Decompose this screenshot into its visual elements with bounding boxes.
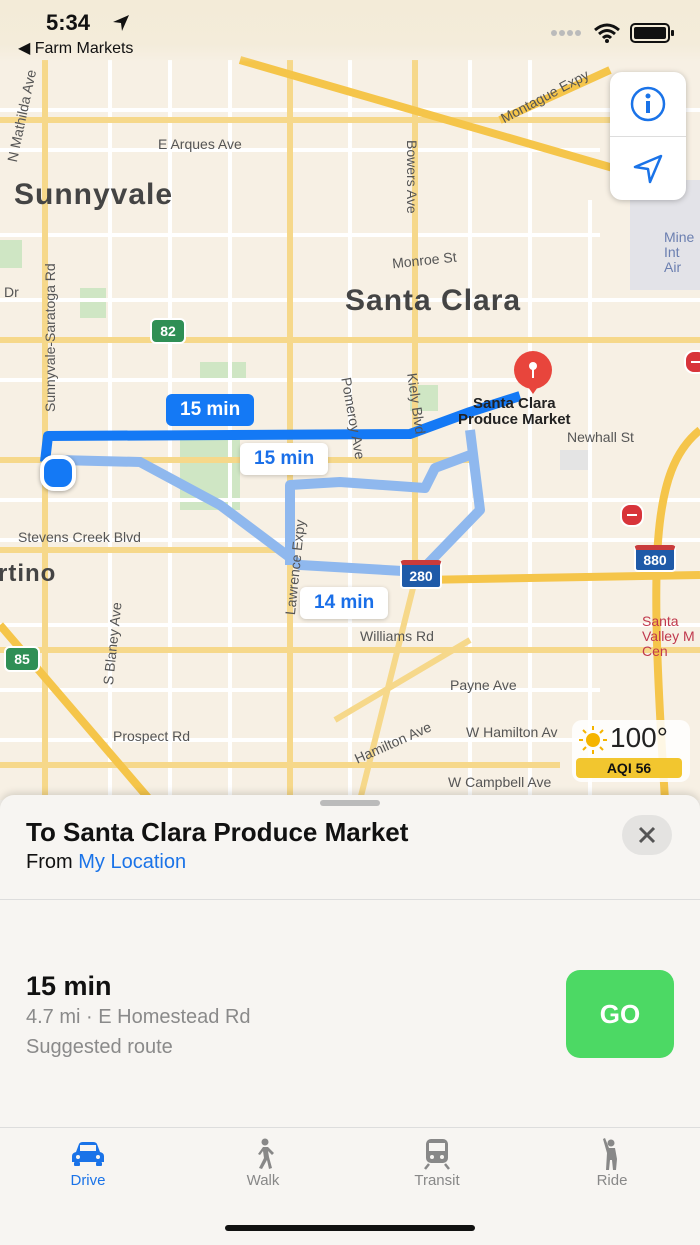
street-label: Stevens Creek Blvd (18, 529, 141, 545)
map-view[interactable]: Sunnyvale Santa Clara rtino N Mathilda A… (0, 0, 700, 800)
ride-icon (603, 1138, 617, 1170)
walk-icon (258, 1138, 274, 1169)
street-label: Prospect Rd (113, 728, 191, 744)
home-indicator[interactable] (225, 1225, 475, 1231)
close-icon (638, 826, 656, 844)
go-button[interactable]: GO (566, 970, 674, 1058)
temperature: 100° (610, 722, 668, 753)
weather-widget: 100° AQI 56 (572, 720, 690, 782)
car-icon (72, 1142, 104, 1166)
tab-label: Drive (70, 1172, 106, 1189)
road-closed-icon (684, 350, 700, 374)
city-label-cupertino: rtino (0, 560, 57, 587)
train-icon (424, 1139, 450, 1170)
route-time-bubble-selected[interactable]: 15 min (166, 394, 255, 426)
street-label: Sunnyvale-Saratoga Rd (42, 263, 58, 412)
aqi-badge: AQI 56 (576, 758, 682, 778)
map-controls (610, 72, 686, 200)
origin-location-link[interactable]: My Location (78, 851, 186, 873)
tab-walk[interactable]: Walk (203, 1136, 323, 1189)
highway-shield-85: 85 (4, 646, 40, 672)
current-location-dot (40, 455, 76, 491)
close-button[interactable] (622, 815, 672, 855)
street-label: E Arques Ave (158, 136, 242, 152)
from-label: From (26, 851, 73, 873)
street-label: Newhall St (567, 429, 634, 445)
info-icon (630, 86, 666, 122)
road-closed-icon (620, 503, 644, 527)
airport-label: Mine Int Air (664, 229, 695, 275)
tab-drive[interactable]: Drive (28, 1136, 148, 1189)
route-distance-via: 4.7 mi · E Homestead Rd (26, 1006, 251, 1028)
city-label-santa-clara: Santa Clara (345, 284, 522, 317)
wifi-icon (594, 23, 620, 43)
route-time-bubble-alt[interactable]: 14 min (300, 587, 389, 619)
status-time: 5:34 (46, 10, 91, 35)
location-services-icon (113, 15, 129, 31)
status-bar: 5:34 ◀ Farm Markets (0, 0, 700, 62)
street-label: Dr (4, 284, 19, 300)
tab-label: Ride (596, 1172, 628, 1189)
tab-label: Transit (414, 1172, 460, 1189)
track-location-button[interactable] (610, 137, 686, 201)
back-to-app-link[interactable]: ◀ Farm Markets (18, 38, 133, 58)
highway-shield-82: 82 (150, 318, 186, 344)
destination-pin-icon[interactable] (510, 350, 556, 396)
street-label: W Campbell Ave (448, 774, 552, 790)
highway-shield-280: 280 (400, 560, 442, 589)
street-label: W Hamilton Av (466, 724, 558, 740)
city-label-sunnyvale: Sunnyvale (14, 178, 174, 211)
tab-ride[interactable]: Ride (552, 1136, 672, 1189)
directions-title: To Santa Clara Produce Market (26, 817, 409, 847)
route-time-bubble-alt[interactable]: 15 min (240, 443, 329, 475)
location-arrow-icon (633, 154, 663, 184)
origin-row: From My Location (26, 851, 186, 874)
street-label: Williams Rd (360, 628, 434, 644)
info-button[interactable] (610, 72, 686, 136)
street-label: Payne Ave (450, 677, 517, 693)
highway-shield-880: 880 (634, 545, 676, 572)
route-subtitle: Suggested route (26, 1036, 173, 1058)
tab-transit[interactable]: Transit (377, 1136, 497, 1189)
signal-icon (551, 30, 581, 36)
street-label: Bowers Ave (404, 140, 420, 214)
battery-icon (630, 23, 674, 43)
route-duration: 15 min (26, 971, 112, 1001)
sun-icon (579, 726, 607, 754)
tab-label: Walk (246, 1172, 280, 1189)
hospital-label: Santa Valley M Cen (642, 613, 695, 659)
sheet-grabber[interactable] (320, 800, 380, 806)
destination-label: Santa Clara Produce Market (458, 395, 571, 428)
divider (0, 899, 700, 900)
